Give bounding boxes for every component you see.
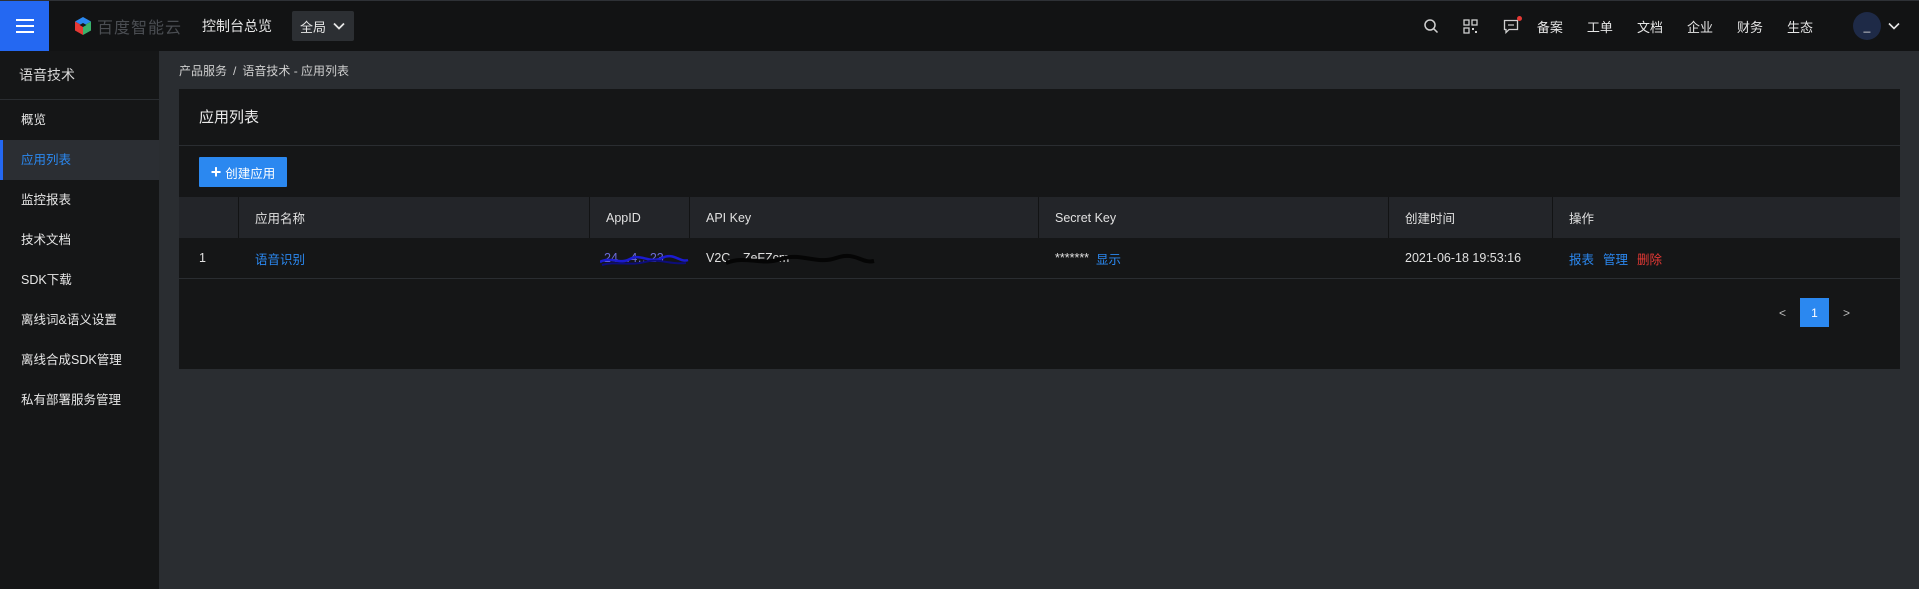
scope-value: 全局 [300, 19, 327, 35]
chevron-down-icon [333, 22, 345, 30]
next-page-button[interactable]: > [1843, 306, 1850, 320]
sidebar: 语音技术 概览 应用列表 监控报表 技术文档 SDK下载 离线词&语义设置 离线… [0, 51, 159, 589]
prev-page-button[interactable]: < [1779, 306, 1786, 320]
table-header: 应用名称 AppID API Key Secret Key 创建时间 操作 [179, 197, 1900, 238]
sidebar-item-private-deploy[interactable]: 私有部署服务管理 [0, 380, 159, 420]
app-list-card: 应用列表 + 创建应用 应用名称 AppID API Key Secret Ke… [179, 89, 1900, 369]
appid-redacted: 24…4…23 [600, 251, 689, 266]
show-secret-link[interactable]: 显示 [1096, 249, 1121, 268]
breadcrumb-current: 语音技术 - 应用列表 [242, 64, 350, 78]
sidebar-title: 语音技术 [0, 51, 159, 100]
created-time: 2021-06-18 19:53:16 [1405, 251, 1522, 265]
qrcode-icon[interactable] [1462, 17, 1480, 35]
sidebar-item-monitor-report[interactable]: 监控报表 [0, 180, 159, 220]
message-icon[interactable] [1502, 16, 1522, 35]
manage-link[interactable]: 管理 [1603, 249, 1628, 268]
create-app-button[interactable]: + 创建应用 [199, 157, 287, 187]
nav-link-finance[interactable]: 财务 [1737, 17, 1763, 36]
breadcrumb-root[interactable]: 产品服务 [179, 64, 227, 78]
row-index: 1 [199, 251, 206, 265]
search-icon[interactable] [1422, 17, 1440, 35]
sidebar-item-offline-tts-sdk[interactable]: 离线合成SDK管理 [0, 340, 159, 380]
avatar[interactable]: _ [1853, 12, 1881, 40]
sidebar-item-overview[interactable]: 概览 [0, 100, 159, 140]
delete-link[interactable]: 删除 [1637, 249, 1662, 268]
top-navbar: 百度智能云 控制台总览 全局 备案 工单 文档 企业 财务 生态 _ [0, 0, 1919, 52]
scope-dropdown[interactable]: 全局 [292, 11, 355, 41]
nav-link-ticket[interactable]: 工单 [1587, 17, 1613, 36]
redaction-scribble [726, 253, 875, 265]
hamburger-menu-button[interactable] [0, 0, 49, 52]
nav-link-docs[interactable]: 文档 [1637, 17, 1663, 36]
notification-dot [1516, 16, 1522, 21]
sidebar-item-offline-words[interactable]: 离线词&语义设置 [0, 300, 159, 340]
breadcrumb-separator: / [233, 64, 237, 78]
menu-icon [15, 19, 34, 33]
header-appid: AppID [590, 197, 690, 238]
logo[interactable]: 百度智能云 [73, 14, 182, 38]
header-index [179, 197, 239, 238]
api-key-redacted: V2C…ZeFZcm [706, 251, 875, 265]
header-secret-key: Secret Key [1039, 197, 1389, 238]
app-name-link[interactable]: 语音识别 [255, 249, 305, 268]
header-operations: 操作 [1569, 212, 1595, 226]
header-app-name: 应用名称 [239, 197, 590, 238]
chevron-down-icon[interactable] [1887, 19, 1901, 33]
sidebar-item-tech-docs[interactable]: 技术文档 [0, 220, 159, 260]
table-row: 1 语音识别 24…4…23 V2C…ZeFZcm ******* 显示 202… [179, 238, 1900, 279]
avatar-text: _ [1863, 19, 1871, 33]
redaction-scribble [600, 254, 689, 266]
page-1-button[interactable]: 1 [1799, 298, 1829, 327]
header-created-time: 创建时间 [1389, 197, 1553, 238]
brand-name: 百度智能云 [97, 20, 183, 37]
create-app-label: 创建应用 [225, 166, 276, 181]
breadcrumb: 产品服务 / 语音技术 - 应用列表 [179, 62, 349, 79]
secret-key-masked: ******* [1055, 251, 1090, 265]
report-link[interactable]: 报表 [1569, 249, 1594, 268]
nav-link-ecosystem[interactable]: 生态 [1787, 17, 1813, 36]
page-title: 应用列表 [179, 89, 1900, 146]
sidebar-item-sdk-download[interactable]: SDK下载 [0, 260, 159, 300]
cloud-logo-icon [75, 17, 91, 35]
nav-link-enterprise[interactable]: 企业 [1687, 17, 1713, 36]
sidebar-item-app-list[interactable]: 应用列表 [0, 140, 159, 180]
header-api-key: API Key [690, 197, 1039, 238]
plus-icon: + [210, 162, 222, 182]
console-overview-link[interactable]: 控制台总览 [202, 16, 272, 36]
nav-link-filing[interactable]: 备案 [1537, 17, 1563, 36]
pagination: < 1 > [1779, 298, 1850, 327]
